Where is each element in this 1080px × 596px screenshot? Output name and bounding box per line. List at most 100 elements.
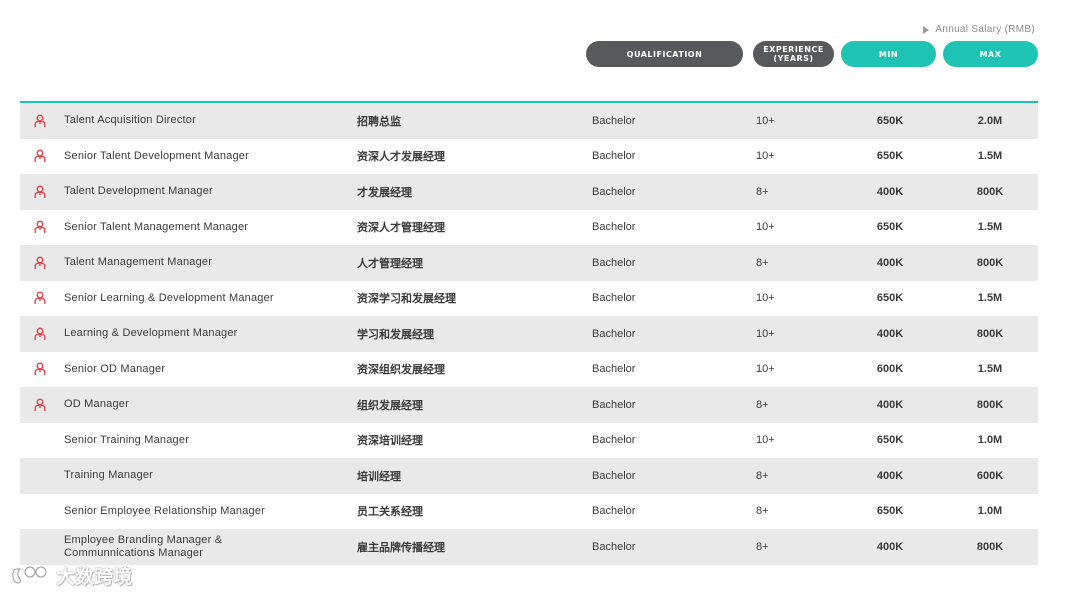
table-row: Employee Branding Manager & Communnicati… (20, 529, 1038, 565)
job-title-cn: 资深学习和发展经理 (357, 292, 456, 306)
min-salary-value: 650K (876, 505, 904, 518)
table-row: Senior Training Manager 资深培训经理 Bachelor … (20, 423, 1038, 459)
qualification-value: Bachelor (592, 540, 636, 553)
experience-value: 10+ (756, 114, 775, 127)
job-title-cn: 资深组织发展经理 (357, 363, 445, 377)
min-salary-value: 650K (876, 221, 904, 234)
experience-value: 8+ (756, 185, 769, 198)
experience-value: 10+ (756, 363, 775, 376)
qualification-header: QUALIFICATION (586, 41, 743, 67)
table-row: Senior OD Manager 资深组织发展经理 Bachelor 10+ … (20, 352, 1038, 388)
annual-salary-label: Annual Salary (RMB) (935, 24, 1035, 35)
job-title-en: Talent Management Manager (64, 256, 213, 269)
table-row: Senior Talent Management Manager 资深人才管理经… (20, 210, 1038, 246)
min-salary-value: 650K (876, 114, 904, 127)
max-salary-header: MAX (943, 41, 1038, 67)
qualification-value: Bachelor (592, 434, 636, 447)
table-row: Learning & Development Manager 学习和发展经理 B… (20, 316, 1038, 352)
job-title-cn: 才发展经理 (357, 185, 412, 199)
triangle-right-icon (923, 25, 930, 34)
job-title-cn: 资深人才发展经理 (357, 150, 445, 164)
max-salary-value: 1.5M (977, 221, 1003, 234)
table-row: OD Manager 组织发展经理 Bachelor 8+ 400K 800K (20, 387, 1038, 423)
job-title-en: Senior Talent Management Manager (64, 220, 249, 233)
max-salary-value: 1.5M (977, 363, 1003, 376)
max-salary-value: 800K (976, 185, 1004, 198)
person-icon (32, 174, 48, 210)
person-icon (32, 210, 48, 246)
watermark-text: 大数跨境 (56, 565, 133, 588)
max-salary-value: 800K (976, 256, 1004, 269)
table-row: Senior Learning & Development Manager 资深… (20, 281, 1038, 317)
person-icon (32, 103, 48, 139)
experience-value: 10+ (756, 292, 775, 305)
min-salary-header-label: MIN (878, 49, 899, 59)
job-title-en: Senior OD Manager (64, 362, 166, 375)
salary-table: Talent Acquisition Director 招聘总监 Bachelo… (20, 103, 1038, 565)
min-salary-value: 650K (876, 150, 904, 163)
person-icon (32, 245, 48, 281)
qualification-value: Bachelor (592, 221, 636, 234)
job-title-cn: 学习和发展经理 (357, 327, 434, 341)
job-title-en: Talent Development Manager (64, 185, 213, 198)
job-title-en: Senior Learning & Development Manager (64, 291, 274, 304)
person-icon (32, 352, 48, 388)
max-salary-header-label: MAX (979, 49, 1002, 59)
table-row: Training Manager 培训经理 Bachelor 8+ 400K 6… (20, 458, 1038, 494)
qualification-value: Bachelor (592, 292, 636, 305)
experience-value: 10+ (756, 434, 775, 447)
job-title-en-text: Employee Branding Manager & Communnicati… (64, 534, 222, 560)
qualification-value: Bachelor (592, 256, 636, 269)
max-salary-value: 1.5M (977, 150, 1003, 163)
qualification-header-label: QUALIFICATION (626, 49, 703, 59)
job-title-cn: 组织发展经理 (357, 398, 423, 412)
job-title-cn: 人才管理经理 (357, 256, 423, 270)
experience-value: 10+ (756, 221, 775, 234)
min-salary-value: 650K (876, 434, 904, 447)
table-row: Talent Management Manager 人才管理经理 Bachelo… (20, 245, 1038, 281)
experience-value: 10+ (756, 150, 775, 163)
experience-value: 8+ (756, 398, 769, 411)
job-title-en: Senior Employee Relationship Manager (64, 504, 266, 517)
person-icon (32, 139, 48, 175)
max-salary-value: 1.5M (977, 292, 1003, 305)
max-salary-value: 800K (976, 398, 1004, 411)
qualification-value: Bachelor (592, 327, 636, 340)
max-salary-value: 1.0M (977, 505, 1003, 518)
min-salary-value: 650K (876, 292, 904, 305)
qualification-value: Bachelor (592, 185, 636, 198)
person-icon (32, 281, 48, 317)
max-salary-value: 1.0M (977, 434, 1003, 447)
job-title-en: Senior Talent Development Manager (64, 149, 249, 162)
table-row: Talent Development Manager 才发展经理 Bachelo… (20, 174, 1038, 210)
job-title-en: Training Manager (64, 469, 154, 482)
experience-value: 8+ (756, 540, 769, 553)
max-salary-value: 800K (976, 540, 1004, 553)
table-row: Talent Acquisition Director 招聘总监 Bachelo… (20, 103, 1038, 139)
annual-salary-legend: Annual Salary (RMB) (923, 24, 1035, 35)
job-title-en: OD Manager (64, 398, 129, 411)
experience-value: 8+ (756, 505, 769, 518)
experience-value: 8+ (756, 256, 769, 269)
person-icon (32, 387, 48, 423)
experience-value: 8+ (756, 469, 769, 482)
job-title-en: Learning & Development Manager (64, 327, 238, 340)
qualification-value: Bachelor (592, 363, 636, 376)
table-row: Senior Talent Development Manager 资深人才发展… (20, 139, 1038, 175)
experience-header-line1: EXPERIENCE (763, 45, 824, 54)
qualification-value: Bachelor (592, 150, 636, 163)
min-salary-value: 400K (876, 540, 904, 553)
min-salary-value: 400K (876, 327, 904, 340)
qualification-value: Bachelor (592, 505, 636, 518)
qualification-value: Bachelor (592, 114, 636, 127)
person-icon (32, 316, 48, 352)
min-salary-value: 400K (876, 185, 904, 198)
job-title-en-line2: Communnications Manager (64, 546, 204, 559)
job-title-cn: 资深培训经理 (357, 434, 423, 448)
experience-header-line2: (YEARS) (773, 54, 814, 63)
experience-value: 10+ (756, 327, 775, 340)
qualification-value: Bachelor (592, 398, 636, 411)
job-title-cn: 资深人才管理经理 (357, 221, 445, 235)
max-salary-value: 800K (976, 327, 1004, 340)
min-salary-header: MIN (841, 41, 936, 67)
